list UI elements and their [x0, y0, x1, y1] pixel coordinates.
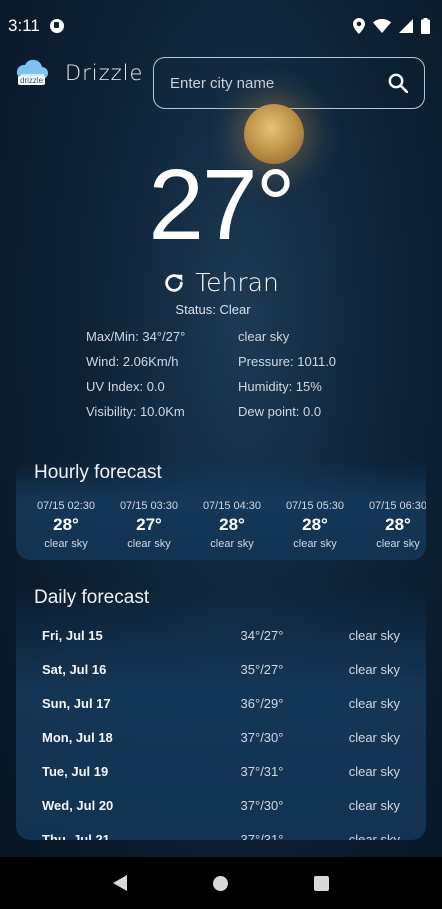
hourly-desc: clear sky	[376, 538, 420, 550]
daily-desc: clear sky	[348, 696, 400, 711]
app-badge-icon	[49, 19, 64, 33]
hourly-desc: clear sky	[44, 538, 88, 550]
max-min: Max/Min: 34°/27°	[86, 329, 186, 344]
daily-row: Thu, Jul 21 37°/31° clear sky	[42, 832, 400, 840]
hourly-forecast-title: Hourly forecast	[34, 462, 162, 483]
refresh-icon[interactable]	[163, 272, 185, 294]
uv-index: UV Index: 0.0	[86, 379, 165, 394]
wifi-icon	[373, 19, 391, 33]
daily-day: Wed, Jul 20	[42, 798, 114, 813]
weather-status: Status: Clear	[175, 302, 251, 317]
app-header: drizzle Drizzle	[16, 58, 143, 88]
hourly-temp: 28°	[219, 515, 245, 534]
location-icon	[353, 18, 365, 34]
daily-maxmin: 37°/30°	[240, 798, 284, 813]
dew-point: Dew point: 0.0	[238, 404, 322, 419]
hourly-temp: 28°	[385, 515, 411, 534]
app-brand: Drizzle	[65, 61, 144, 85]
daily-desc: clear sky	[348, 662, 400, 677]
daily-desc: clear sky	[348, 798, 400, 813]
daily-maxmin: 37°/30°	[240, 730, 284, 745]
city-row: Tehran	[0, 268, 442, 297]
daily-maxmin: 34°/27°	[240, 628, 284, 643]
current-temperature: 27°	[148, 149, 295, 261]
hourly-time: 07/15 04:30	[202, 500, 262, 512]
hourly-temp: 28°	[53, 515, 79, 534]
daily-row: Sat, Jul 16 35°/27° clear sky	[42, 662, 400, 682]
hourly-time: 07/15 03:30	[119, 500, 179, 512]
city-search-box[interactable]	[153, 57, 425, 109]
daily-day: Thu, Jul 21	[42, 832, 110, 840]
city-search-input[interactable]	[170, 74, 388, 92]
daily-row: Sun, Jul 17 36°/29° clear sky	[42, 696, 400, 716]
battery-icon	[421, 18, 430, 34]
hourly-desc: clear sky	[127, 538, 171, 550]
wind: Wind: 2.06Km/h	[86, 354, 179, 369]
daily-maxmin: 37°/31°	[240, 832, 284, 840]
city-name: Tehran	[195, 268, 279, 297]
search-icon[interactable]	[388, 73, 408, 93]
details-row: Wind: 2.06Km/h Pressure: 1011.0	[86, 349, 336, 374]
daily-forecast-title: Daily forecast	[34, 587, 150, 608]
daily-maxmin: 37°/31°	[240, 764, 284, 779]
status-bar: 3:11	[0, 0, 442, 52]
hourly-item: 07/15 05:30 28° clear sky	[275, 500, 355, 550]
daily-desc: clear sky	[348, 628, 400, 643]
hourly-desc: clear sky	[210, 538, 254, 550]
daily-forecast-card[interactable]: Daily forecast Fri, Jul 15 34°/27° clear…	[16, 585, 426, 840]
daily-day: Sat, Jul 16	[42, 662, 107, 677]
daily-maxmin: 35°/27°	[240, 662, 284, 677]
details-row: UV Index: 0.0 Humidity: 15%	[86, 374, 336, 399]
hourly-temp: 28°	[302, 515, 328, 534]
daily-desc: clear sky	[348, 832, 400, 840]
hourly-item: 07/15 04:30 28° clear sky	[192, 500, 272, 550]
details-row: Visibility: 10.0Km Dew point: 0.0	[86, 399, 336, 424]
sky-description: clear sky	[238, 329, 290, 344]
hourly-item: 07/15 03:30 27° clear sky	[109, 500, 189, 550]
daily-row: Fri, Jul 15 34°/27° clear sky	[42, 628, 400, 648]
app-logo: drizzle	[16, 58, 48, 88]
hourly-item: 07/15 02:30 28° clear sky	[26, 500, 106, 550]
hourly-forecast-card: Hourly forecast 07/15 02:30 28° clear sk…	[16, 460, 426, 560]
hourly-time: 07/15 06:30	[368, 500, 426, 512]
daily-day: Sun, Jul 17	[42, 696, 111, 711]
hourly-time: 07/15 05:30	[285, 500, 345, 512]
daily-desc: clear sky	[348, 764, 400, 779]
daily-day: Tue, Jul 19	[42, 764, 109, 779]
recent-apps-icon[interactable]	[314, 875, 329, 891]
weather-details: Max/Min: 34°/27° clear sky Wind: 2.06Km/…	[86, 324, 336, 424]
humidity: Humidity: 15%	[238, 379, 322, 394]
daily-desc: clear sky	[348, 730, 400, 745]
hourly-forecast-list[interactable]: 07/15 02:30 28° clear sky 07/15 03:30 27…	[16, 500, 426, 556]
back-icon[interactable]	[113, 875, 127, 891]
system-nav-bar	[0, 857, 442, 909]
daily-row: Tue, Jul 19 37°/31° clear sky	[42, 764, 400, 784]
daily-row: Wed, Jul 20 37°/30° clear sky	[42, 798, 400, 818]
daily-row: Mon, Jul 18 37°/30° clear sky	[42, 730, 400, 750]
home-icon[interactable]	[213, 875, 228, 891]
hourly-item: 07/15 06:30 28° clear sky	[358, 500, 426, 550]
daily-day: Mon, Jul 18	[42, 730, 113, 745]
daily-day: Fri, Jul 15	[42, 628, 103, 643]
hourly-temp: 27°	[136, 515, 162, 534]
daily-maxmin: 36°/29°	[240, 696, 284, 711]
status-time: 3:11	[8, 16, 40, 35]
details-row: Max/Min: 34°/27° clear sky	[86, 324, 336, 349]
hourly-desc: clear sky	[293, 538, 337, 550]
signal-icon	[399, 19, 413, 33]
hourly-time: 07/15 02:30	[36, 500, 96, 512]
logo-tag: drizzle	[18, 76, 46, 85]
visibility: Visibility: 10.0Km	[86, 404, 185, 419]
pressure: Pressure: 1011.0	[238, 354, 337, 369]
